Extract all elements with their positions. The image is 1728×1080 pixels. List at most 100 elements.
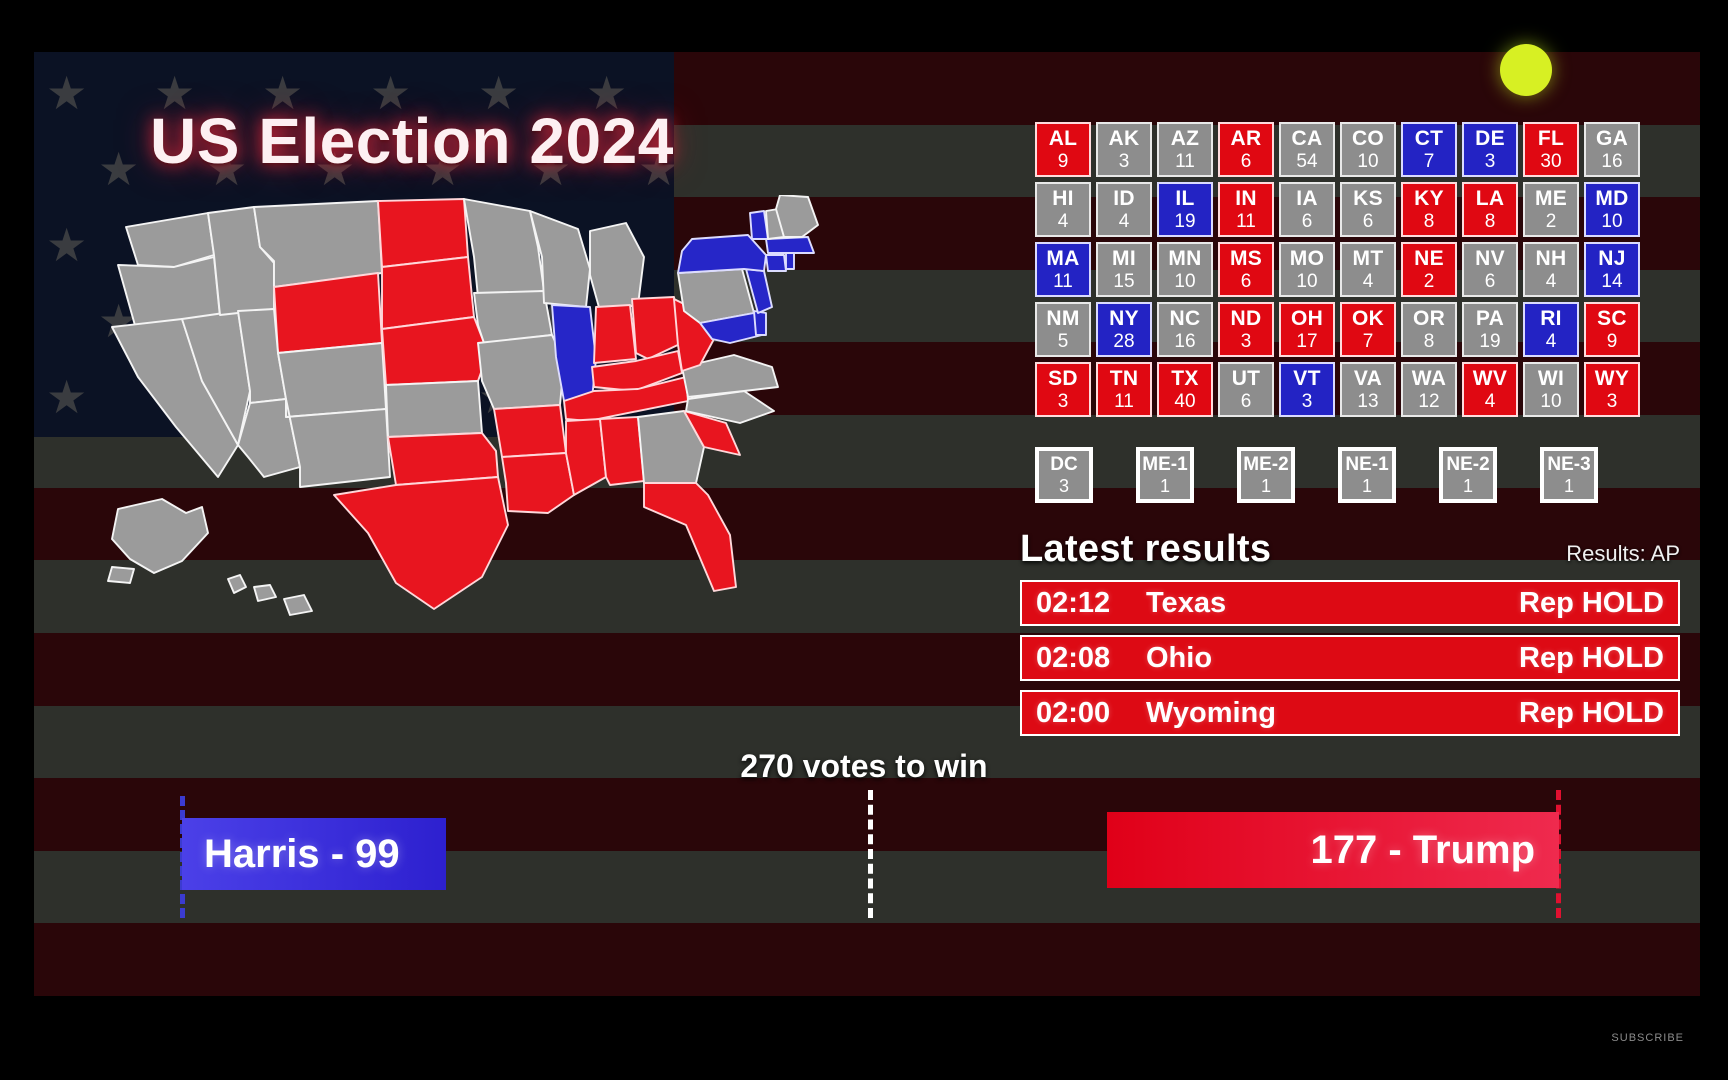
state-cell-HI[interactable]: HI 4 (1035, 182, 1091, 237)
state-cell-NJ[interactable]: NJ 14 (1584, 242, 1640, 297)
state-cell-GA[interactable]: GA 16 (1584, 122, 1640, 177)
district-cell-DC[interactable]: DC 3 (1035, 447, 1093, 503)
district-cell-ME-2[interactable]: ME-2 1 (1237, 447, 1295, 503)
district-vote-row: DC 3 ME-1 1 ME-2 1 NE-1 1 NE-2 1 NE-3 1 (1035, 447, 1655, 503)
state-AR (493, 404, 567, 458)
result-state: Wyoming (1146, 696, 1276, 729)
district-cell-NE-2[interactable]: NE-2 1 (1439, 447, 1497, 503)
state-cell-CO[interactable]: CO 10 (1340, 122, 1396, 177)
state-abbr: IA (1296, 187, 1318, 210)
state-electoral-votes: 4 (1545, 331, 1557, 352)
electoral-grid-row: HI 4 ID 4 IL 19 IN 11 IA 6 KS 6 KY 8 LA 8 ME 2 MD 10 (1035, 182, 1655, 237)
state-cell-ME[interactable]: ME 2 (1523, 182, 1579, 237)
state-electoral-votes: 10 (1174, 271, 1196, 292)
state-cell-SC[interactable]: SC 9 (1584, 302, 1640, 357)
state-cell-FL[interactable]: FL 30 (1523, 122, 1579, 177)
state-cell-WI[interactable]: WI 10 (1523, 362, 1579, 417)
state-cell-RI[interactable]: RI 4 (1523, 302, 1579, 357)
state-cell-MD[interactable]: MD 10 (1584, 182, 1640, 237)
state-abbr: MS (1229, 247, 1263, 270)
state-cell-NM[interactable]: NM 5 (1035, 302, 1091, 357)
state-cell-ND[interactable]: ND 3 (1218, 302, 1274, 357)
state-electoral-votes: 11 (1236, 211, 1256, 232)
state-cell-LA[interactable]: LA 8 (1462, 182, 1518, 237)
state-cell-VT[interactable]: VT 3 (1279, 362, 1335, 417)
state-cell-MI[interactable]: MI 15 (1096, 242, 1152, 297)
result-row[interactable]: 02:12 Texas Rep HOLD (1020, 580, 1680, 626)
state-abbr: GA (1595, 127, 1629, 150)
state-electoral-votes: 3 (1606, 391, 1618, 412)
electoral-grid-row: NM 5 NY 28 NC 16 ND 3 OH 17 OK 7 OR 8 PA 19 RI 4 SC 9 (1035, 302, 1655, 357)
state-cell-OK[interactable]: OK 7 (1340, 302, 1396, 357)
state-abbr: MO (1289, 247, 1325, 270)
district-cell-NE-3[interactable]: NE-3 1 (1540, 447, 1598, 503)
state-cell-NH[interactable]: NH 4 (1523, 242, 1579, 297)
state-cell-TN[interactable]: TN 11 (1096, 362, 1152, 417)
state-cell-WY[interactable]: WY 3 (1584, 362, 1640, 417)
state-electoral-votes: 11 (1175, 151, 1195, 172)
state-cell-ID[interactable]: ID 4 (1096, 182, 1152, 237)
latest-results-title: Latest results (1020, 528, 1272, 570)
state-cell-NC[interactable]: NC 16 (1157, 302, 1213, 357)
state-AK-aleutians (107, 566, 135, 584)
state-electoral-votes: 10 (1540, 391, 1562, 412)
state-cell-OR[interactable]: OR 8 (1401, 302, 1457, 357)
state-AK (111, 498, 209, 574)
state-cell-SD[interactable]: SD 3 (1035, 362, 1091, 417)
state-abbr: OR (1412, 307, 1446, 330)
state-cell-UT[interactable]: UT 6 (1218, 362, 1274, 417)
state-cell-CT[interactable]: CT 7 (1401, 122, 1457, 177)
state-cell-AL[interactable]: AL 9 (1035, 122, 1091, 177)
state-cell-KS[interactable]: KS 6 (1340, 182, 1396, 237)
state-cell-IL[interactable]: IL 19 (1157, 182, 1213, 237)
state-abbr: MD (1595, 187, 1629, 210)
state-abbr: LA (1475, 187, 1505, 210)
subscribe-label[interactable]: SUBSCRIBE (1611, 1032, 1684, 1044)
state-abbr: TN (1109, 367, 1139, 390)
state-electoral-votes: 8 (1423, 331, 1435, 352)
state-cell-IN[interactable]: IN 11 (1218, 182, 1274, 237)
state-cell-NE[interactable]: NE 2 (1401, 242, 1457, 297)
district-electoral-votes: 3 (1058, 476, 1069, 496)
state-abbr: WY (1594, 367, 1630, 390)
state-cell-MT[interactable]: MT 4 (1340, 242, 1396, 297)
state-cell-NY[interactable]: NY 28 (1096, 302, 1152, 357)
state-cell-KY[interactable]: KY 8 (1401, 182, 1457, 237)
state-abbr: MN (1168, 247, 1202, 270)
state-cell-AR[interactable]: AR 6 (1218, 122, 1274, 177)
result-status-badge: Rep HOLD (1519, 586, 1664, 619)
state-abbr: ND (1230, 307, 1262, 330)
state-cell-WA[interactable]: WA 12 (1401, 362, 1457, 417)
state-cell-DE[interactable]: DE 3 (1462, 122, 1518, 177)
result-row[interactable]: 02:08 Ohio Rep HOLD (1020, 635, 1680, 681)
state-cell-AZ[interactable]: AZ 11 (1157, 122, 1213, 177)
state-cell-WV[interactable]: WV 4 (1462, 362, 1518, 417)
district-electoral-votes: 1 (1563, 476, 1574, 496)
state-HI-2 (253, 584, 277, 602)
state-MS (565, 418, 607, 496)
state-cell-OH[interactable]: OH 17 (1279, 302, 1335, 357)
state-cell-PA[interactable]: PA 19 (1462, 302, 1518, 357)
result-row[interactable]: 02:00 Wyoming Rep HOLD (1020, 690, 1680, 736)
state-cell-MN[interactable]: MN 10 (1157, 242, 1213, 297)
state-cell-AK[interactable]: AK 3 (1096, 122, 1152, 177)
state-cell-MS[interactable]: MS 6 (1218, 242, 1274, 297)
state-cell-CA[interactable]: CA 54 (1279, 122, 1335, 177)
flag-star-icon: ★ (46, 67, 88, 119)
state-electoral-votes: 3 (1484, 151, 1496, 172)
state-cell-IA[interactable]: IA 6 (1279, 182, 1335, 237)
electoral-grid-row: MA 11 MI 15 MN 10 MS 6 MO 10 MT 4 NE 2 NV 6 NH 4 NJ 14 (1035, 242, 1655, 297)
state-cell-MO[interactable]: MO 10 (1279, 242, 1335, 297)
district-cell-ME-1[interactable]: ME-1 1 (1136, 447, 1194, 503)
state-abbr: AK (1108, 127, 1140, 150)
state-electoral-votes: 4 (1057, 211, 1069, 232)
state-LA (501, 452, 575, 514)
state-cell-TX[interactable]: TX 40 (1157, 362, 1213, 417)
district-cell-NE-1[interactable]: NE-1 1 (1338, 447, 1396, 503)
state-cell-VA[interactable]: VA 13 (1340, 362, 1396, 417)
state-cell-MA[interactable]: MA 11 (1035, 242, 1091, 297)
state-IN (593, 304, 637, 364)
state-cell-NV[interactable]: NV 6 (1462, 242, 1518, 297)
state-TX (333, 476, 509, 610)
state-abbr: SC (1597, 307, 1627, 330)
